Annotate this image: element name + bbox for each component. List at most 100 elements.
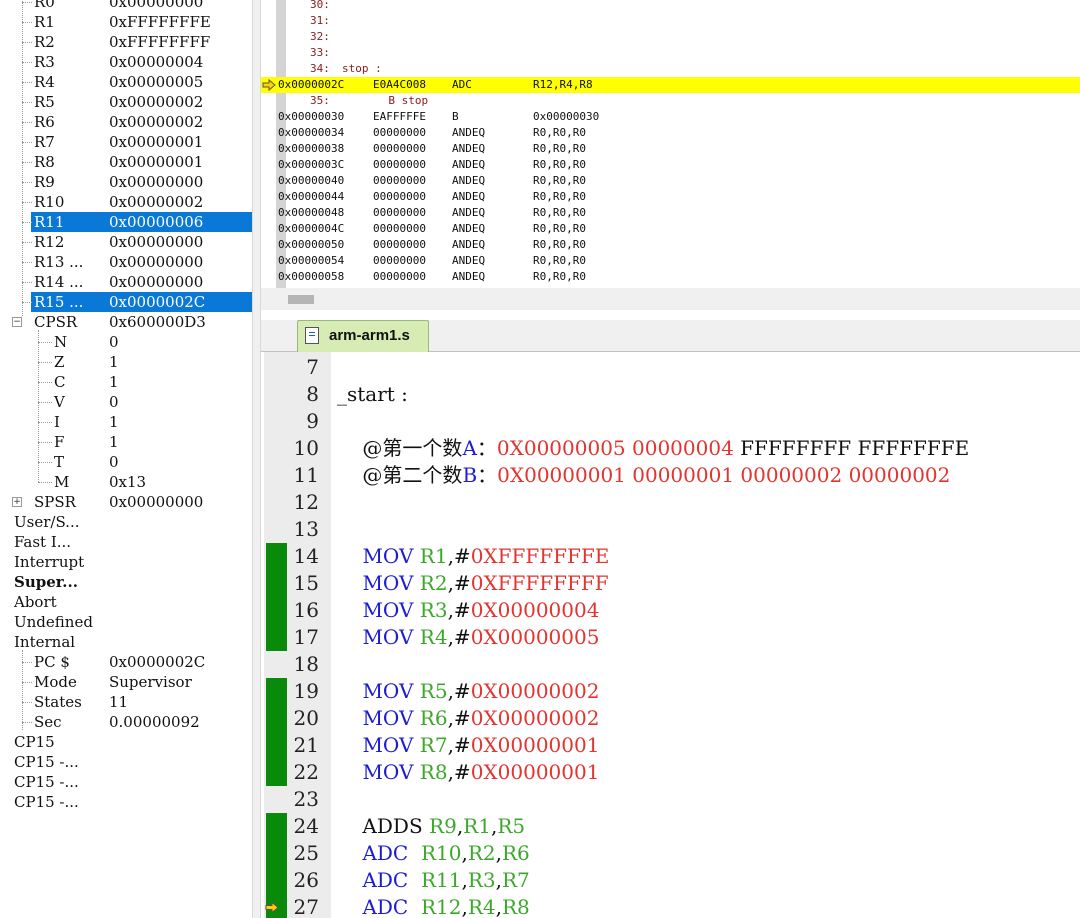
disassembly-hscrollbar[interactable] bbox=[261, 288, 1080, 310]
editor-line[interactable]: 21 MOV R7,#0X00000001 bbox=[261, 732, 1080, 759]
editor-line[interactable]: 15 MOV R2,#0XFFFFFFFF bbox=[261, 570, 1080, 597]
register-row[interactable]: R5 0x00000002 bbox=[0, 92, 252, 112]
instruction-operands: R0,R0,R0 bbox=[533, 126, 586, 139]
editor-line[interactable]: 11 @第二个数B：0X00000001 00000001 00000002 0… bbox=[261, 462, 1080, 489]
tree-expander-icon[interactable]: + bbox=[12, 497, 22, 507]
source-line[interactable]: 33: bbox=[261, 45, 1080, 61]
register-row[interactable]: Mode Supervisor bbox=[0, 672, 252, 692]
tree-connector bbox=[22, 662, 32, 663]
register-row[interactable]: CP15 -... bbox=[0, 772, 252, 792]
disassembly-line[interactable]: 0x00000044 00000000 ANDEQ R0,R0,R0 bbox=[261, 189, 1080, 205]
register-row[interactable]: PC $ 0x0000002C bbox=[0, 652, 252, 672]
disassembly-line[interactable]: 0x0000002C E0A4C008 ADC R12,R4,R8 bbox=[261, 77, 1080, 93]
disassembly-line[interactable]: 0x00000050 00000000 ANDEQ R0,R0,R0 bbox=[261, 237, 1080, 253]
instruction-operands: R0,R0,R0 bbox=[533, 206, 586, 219]
register-row[interactable]: R10 0x00000002 bbox=[0, 192, 252, 212]
editor-line[interactable]: 13 bbox=[261, 516, 1080, 543]
editor-line[interactable]: 7 bbox=[261, 354, 1080, 381]
register-name: Abort bbox=[14, 593, 57, 611]
editor-line[interactable]: 27 ADC R12,R4,R8 bbox=[261, 894, 1080, 918]
source-line[interactable]: 35: B stop bbox=[261, 93, 1080, 109]
register-row[interactable]: Sec 0.00000092 bbox=[0, 712, 252, 732]
source-line[interactable]: 34: stop : bbox=[261, 61, 1080, 77]
register-row[interactable]: Internal bbox=[0, 632, 252, 652]
editor-line[interactable]: 26 ADC R11,R3,R7 bbox=[261, 867, 1080, 894]
register-row[interactable]: R12 0x00000000 bbox=[0, 232, 252, 252]
register-row[interactable]: Interrupt bbox=[0, 552, 252, 572]
source-line[interactable]: 31: bbox=[261, 13, 1080, 29]
register-row[interactable]: R13 ... 0x00000000 bbox=[0, 252, 252, 272]
code-token: R1 bbox=[463, 814, 491, 838]
editor-line[interactable]: 12 bbox=[261, 489, 1080, 516]
disassembly-line[interactable]: 0x0000004C 00000000 ANDEQ R0,R0,R0 bbox=[261, 221, 1080, 237]
tab-arm-arm1[interactable]: arm-arm1.s bbox=[297, 320, 429, 352]
register-row[interactable]: R2 0xFFFFFFFF bbox=[0, 32, 252, 52]
source-editor[interactable]: 7 8 _start :9 10 @第一个数A：0X00000005 00000004… bbox=[261, 352, 1080, 918]
editor-line[interactable]: 23 bbox=[261, 786, 1080, 813]
tree-guide bbox=[22, 650, 23, 730]
scrollbar-thumb[interactable] bbox=[288, 295, 314, 304]
register-value: 0x00000005 bbox=[109, 73, 204, 91]
register-row[interactable]: R7 0x00000001 bbox=[0, 132, 252, 152]
instruction-opcode: 00000000 bbox=[373, 222, 426, 235]
editor-line[interactable]: 8 _start : bbox=[261, 381, 1080, 408]
tree-connector bbox=[22, 202, 32, 203]
source-line[interactable]: 30: bbox=[261, 0, 1080, 13]
register-name: Interrupt bbox=[14, 553, 85, 571]
register-row[interactable]: R9 0x00000000 bbox=[0, 172, 252, 192]
register-row[interactable]: R11 0x00000006 bbox=[0, 212, 252, 232]
panel-splitter[interactable] bbox=[252, 0, 261, 918]
editor-line[interactable]: 18 bbox=[261, 651, 1080, 678]
register-row[interactable]: SPSR 0x00000000 bbox=[0, 492, 252, 512]
register-row[interactable]: R14 ... 0x00000000 bbox=[0, 272, 252, 292]
line-number: 23 bbox=[293, 787, 319, 811]
register-row[interactable]: R1 0xFFFFFFFE bbox=[0, 12, 252, 32]
register-row[interactable]: CP15 -... bbox=[0, 752, 252, 772]
register-row[interactable]: CP15 -... bbox=[0, 792, 252, 812]
register-row[interactable]: R0 0x00000000 bbox=[0, 0, 252, 12]
code-text: ADC R11,R3,R7 bbox=[337, 867, 529, 894]
disassembly-line[interactable]: 0x00000034 00000000 ANDEQ R0,R0,R0 bbox=[261, 125, 1080, 141]
editor-line[interactable]: 17 MOV R4,#0X00000005 bbox=[261, 624, 1080, 651]
disassembly-line[interactable]: 0x00000058 00000000 ANDEQ R0,R0,R0 bbox=[261, 269, 1080, 285]
editor-line[interactable]: 24 ADDS R9,R1,R5 bbox=[261, 813, 1080, 840]
register-row[interactable]: CPSR 0x600000D3 bbox=[0, 312, 252, 332]
disassembly-line[interactable]: 0x00000054 00000000 ANDEQ R0,R0,R0 bbox=[261, 253, 1080, 269]
instruction-mnemonic: ANDEQ bbox=[452, 174, 486, 187]
register-row[interactable]: User/S... bbox=[0, 512, 252, 532]
register-row[interactable]: Fast I... bbox=[0, 532, 252, 552]
register-row[interactable]: R3 0x00000004 bbox=[0, 52, 252, 72]
disassembly-line[interactable]: 0x00000040 00000000 ANDEQ R0,R0,R0 bbox=[261, 173, 1080, 189]
tree-connector bbox=[38, 342, 52, 343]
register-row[interactable]: CP15 bbox=[0, 732, 252, 752]
disassembly-line[interactable]: 0x00000048 00000000 ANDEQ R0,R0,R0 bbox=[261, 205, 1080, 221]
tree-expander-icon[interactable]: − bbox=[12, 317, 22, 327]
tree-connector bbox=[22, 702, 32, 703]
editor-line[interactable]: 22 MOV R8,#0X00000001 bbox=[261, 759, 1080, 786]
editor-line[interactable]: 10 @第一个数A：0X00000005 00000004 FFFFFFFF F… bbox=[261, 435, 1080, 462]
register-row[interactable]: Super... bbox=[0, 572, 252, 592]
editor-line[interactable]: 16 MOV R3,#0X00000004 bbox=[261, 597, 1080, 624]
register-row[interactable]: States 11 bbox=[0, 692, 252, 712]
disassembly-line[interactable]: 0x00000038 00000000 ANDEQ R0,R0,R0 bbox=[261, 141, 1080, 157]
code-token: _start : bbox=[337, 382, 408, 406]
code-token: R10 bbox=[420, 841, 462, 865]
editor-line[interactable]: 20 MOV R6,#0X00000002 bbox=[261, 705, 1080, 732]
source-line[interactable]: 32: bbox=[261, 29, 1080, 45]
editor-line[interactable]: 19 MOV R5,#0X00000002 bbox=[261, 678, 1080, 705]
instruction-address: 0x0000002C bbox=[278, 78, 345, 91]
register-row[interactable]: R4 0x00000005 bbox=[0, 72, 252, 92]
instruction-opcode: 00000000 bbox=[373, 158, 426, 171]
disassembly-line[interactable]: 0x0000003C 00000000 ANDEQ R0,R0,R0 bbox=[261, 157, 1080, 173]
register-row[interactable]: Undefined bbox=[0, 612, 252, 632]
instruction-mnemonic: ANDEQ bbox=[452, 254, 486, 267]
register-row[interactable]: R8 0x00000001 bbox=[0, 152, 252, 172]
register-name: R8 bbox=[34, 153, 55, 171]
editor-line[interactable]: 25 ADC R10,R2,R6 bbox=[261, 840, 1080, 867]
register-row[interactable]: R15 ... 0x0000002C bbox=[0, 292, 252, 312]
register-row[interactable]: Abort bbox=[0, 592, 252, 612]
register-row[interactable]: R6 0x00000002 bbox=[0, 112, 252, 132]
editor-line[interactable]: 14 MOV R1,#0XFFFFFFFE bbox=[261, 543, 1080, 570]
disassembly-line[interactable]: 0x00000030 EAFFFFFE B 0x00000030 bbox=[261, 109, 1080, 125]
editor-line[interactable]: 9 bbox=[261, 408, 1080, 435]
